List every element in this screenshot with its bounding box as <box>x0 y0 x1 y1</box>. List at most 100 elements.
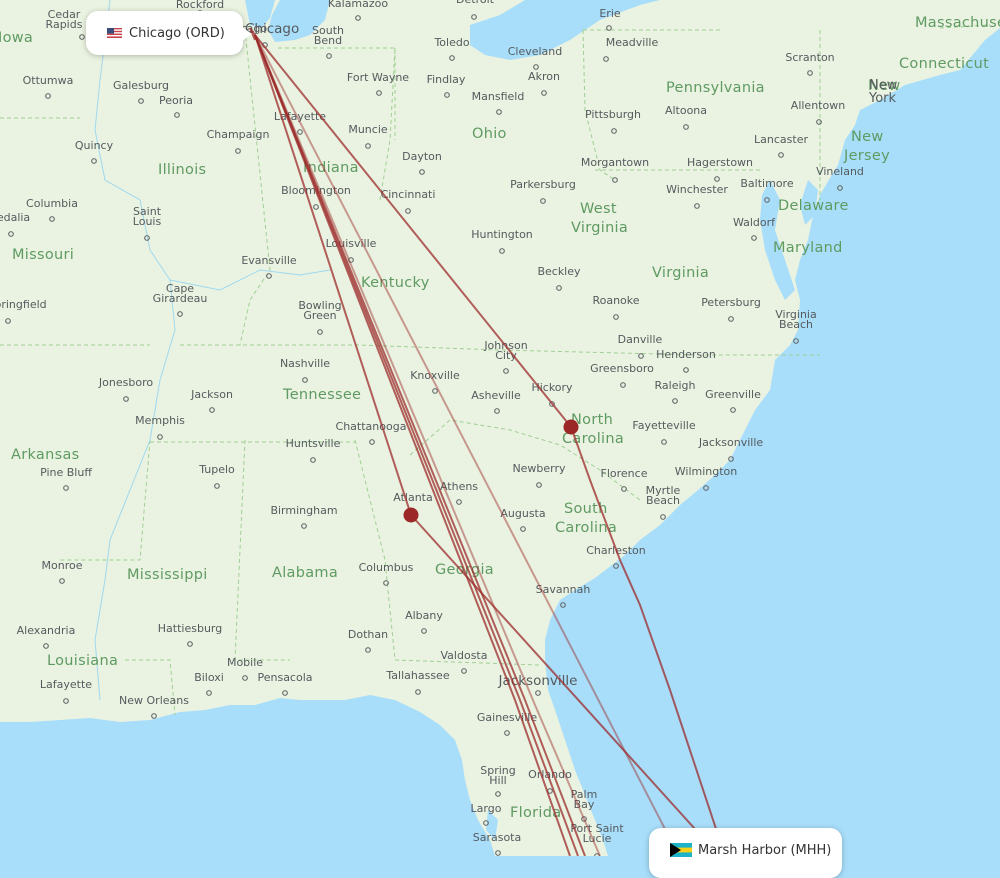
city-label: Beach <box>779 318 813 331</box>
state-label: Ohio <box>472 126 507 142</box>
city-label: Cleveland <box>508 45 563 58</box>
city-label: Findlay <box>427 73 466 86</box>
city-label: Scranton <box>785 51 834 64</box>
state-label-new-york: New York <box>868 78 898 106</box>
city-label: Hickory <box>531 381 573 394</box>
state-label: Connecticut <box>899 56 989 72</box>
city-label: Morgantown <box>581 156 649 169</box>
state-label: Massachusetts <box>915 15 1000 31</box>
bahamas-flag-icon <box>670 843 692 857</box>
route-map[interactable]: Iowa Illinois Indiana Ohio Pennsylvania … <box>0 0 1000 856</box>
city-label: Huntington <box>471 228 533 241</box>
state-label: Louisiana <box>47 653 118 669</box>
city-label: Parkersburg <box>510 178 576 191</box>
city-label: Birmingham <box>270 504 337 517</box>
city-label: Huntsville <box>286 437 341 450</box>
city-label: Waldorf <box>733 216 776 229</box>
city-label: Greensboro <box>590 362 654 375</box>
origin-airport-popup[interactable]: Chicago (ORD) <box>86 11 252 55</box>
city-label: Augusta <box>500 507 545 520</box>
city-label: Fayetteville <box>632 419 695 432</box>
city-label: Akron <box>528 70 560 83</box>
city-label: Greenville <box>705 388 761 401</box>
city-label: Newberry <box>512 462 566 475</box>
city-label: Jackson <box>190 388 233 401</box>
city-label: Roanoke <box>592 294 639 307</box>
city-label: Raleigh <box>655 379 696 392</box>
city-label: Jacksonville <box>698 436 764 449</box>
city-label: Tallahassee <box>385 669 449 682</box>
city-label: Columbus <box>359 561 414 574</box>
city-label: Petersburg <box>701 296 761 309</box>
destination-airport-popup[interactable]: Marsh Harbor (MHH) <box>649 828 842 878</box>
city-label: Sedalia <box>0 211 30 224</box>
city-label: Louis <box>133 215 162 228</box>
city-label: Girardeau <box>153 292 208 305</box>
state-label: Tennessee <box>282 387 361 403</box>
stopover-charlotte-dot[interactable] <box>563 419 579 435</box>
city-label: Evansville <box>241 254 297 267</box>
state-label: Kentucky <box>361 275 430 291</box>
city-label: Muncie <box>348 123 388 136</box>
city-label: Vineland <box>816 165 864 178</box>
city-label: Mansfield <box>472 90 525 103</box>
city-label: Erie <box>599 7 621 20</box>
city-label: Beach <box>646 494 680 507</box>
city-label: Memphis <box>135 414 185 427</box>
city-label: Knoxville <box>410 369 460 382</box>
city-label: Bend <box>314 34 342 47</box>
city-label: Danville <box>618 333 663 346</box>
city-label: Meadville <box>606 36 659 49</box>
city-label: Pittsburgh <box>585 108 641 121</box>
state-label: Missouri <box>12 247 74 263</box>
city-label: Ottumwa <box>23 74 74 87</box>
state-label: Alabama <box>272 565 338 581</box>
origin-label: Chicago (ORD) <box>129 25 225 41</box>
city-label: Valdosta <box>441 649 488 662</box>
city-label: Hagerstown <box>687 156 753 169</box>
city-label: Monroe <box>42 559 83 572</box>
city-label: Cincinnati <box>381 188 436 201</box>
city-label: Louisville <box>326 237 377 250</box>
city-label: Rockford <box>176 0 224 11</box>
city-label: Asheville <box>471 389 521 402</box>
city-label: Biloxi <box>194 671 224 684</box>
city-label: Pine Bluff <box>40 466 92 479</box>
city-label: Fort Wayne <box>347 71 409 84</box>
city-label: Galesburg <box>113 79 169 92</box>
city-label: Baltimore <box>740 177 793 190</box>
stopover-atlanta-dot[interactable] <box>403 507 419 523</box>
city-label: Albany <box>405 609 443 622</box>
city-label: Columbia <box>26 197 78 210</box>
city-label: Kalamazoo <box>328 0 389 10</box>
state-label: Maryland <box>773 240 843 256</box>
city-label: Pensacola <box>257 671 312 684</box>
city-label: Lucie <box>583 832 612 845</box>
state-label: Illinois <box>158 162 206 178</box>
city-label: Nashville <box>280 357 330 370</box>
us-flag-icon <box>107 28 122 38</box>
city-label: Hattiesburg <box>158 622 222 635</box>
city-label: Beckley <box>537 265 581 278</box>
state-label: Arkansas <box>11 447 80 463</box>
city-label: Hill <box>489 774 506 787</box>
city-label: Chattanooga <box>336 420 407 433</box>
city-label: Jonesboro <box>98 376 153 389</box>
city-label: Springfield <box>0 298 47 311</box>
city-label: Alexandria <box>17 624 76 637</box>
city-label: Lancaster <box>754 133 808 146</box>
city-label: Florence <box>601 467 648 480</box>
city-label: Champaign <box>207 128 270 141</box>
city-label: Wilmington <box>675 465 738 478</box>
city-label: Atlanta <box>393 491 432 504</box>
city-label: Detroit <box>456 0 495 6</box>
city-label: Tupelo <box>198 463 235 476</box>
state-label: Delaware <box>778 198 849 214</box>
city-label: Peoria <box>159 94 193 107</box>
state-label: Iowa <box>0 30 33 46</box>
city-label: Henderson <box>656 348 716 361</box>
city-label: Lafayette <box>40 678 92 691</box>
state-label: Pennsylvania <box>666 80 765 96</box>
city-label: Dothan <box>348 628 388 641</box>
state-label: Virginia <box>652 265 709 281</box>
